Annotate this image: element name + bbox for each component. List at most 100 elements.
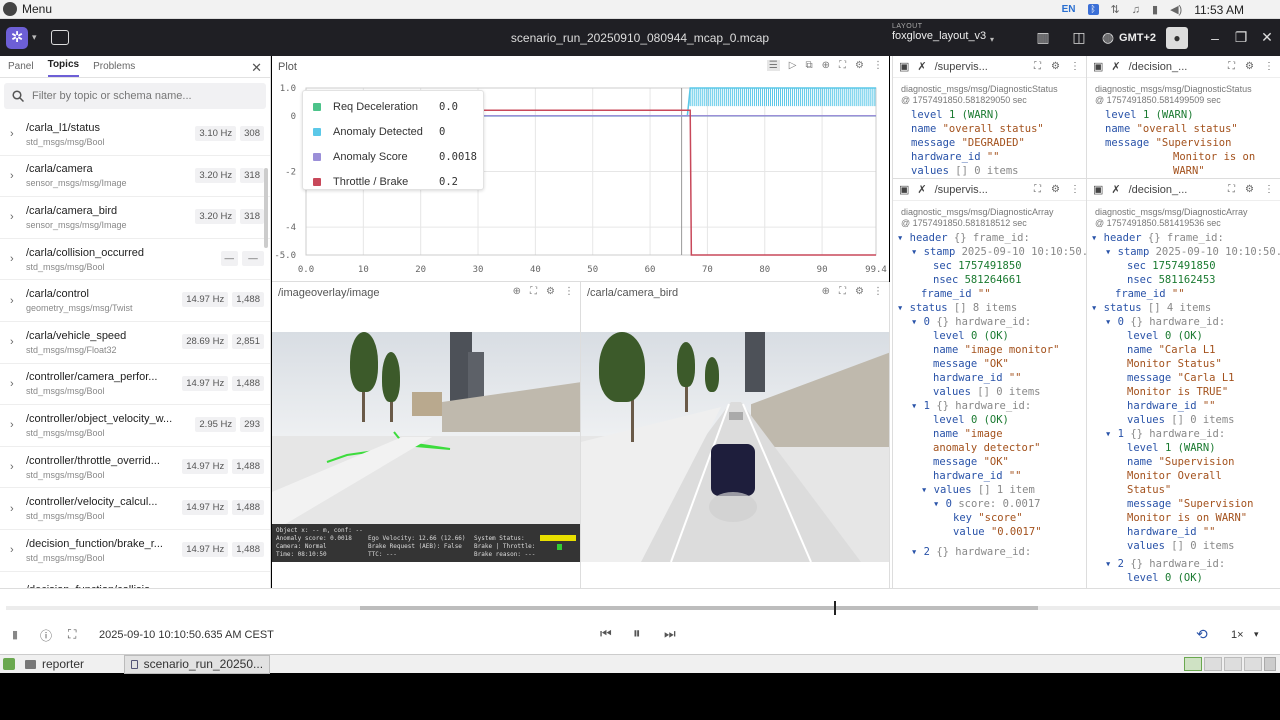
topic-path[interactable]: /decision_... [1129, 184, 1188, 196]
network-icon[interactable]: ⇅ [1111, 3, 1120, 16]
keyboard-layout-indicator[interactable]: EN [1062, 4, 1076, 15]
battery-icon[interactable]: ▮ [1152, 3, 1158, 16]
close-sidebar-icon[interactable]: ✕ [251, 60, 262, 76]
play-icon[interactable]: ▷ [789, 60, 797, 71]
close-window-icon[interactable]: ✕ [1254, 29, 1280, 46]
more-options-icon[interactable]: ⋮ [564, 286, 574, 297]
expand-chevron-icon[interactable]: › [10, 378, 26, 390]
expand-chevron-icon[interactable]: › [10, 336, 26, 348]
minimize-window-icon[interactable]: – [1202, 30, 1228, 46]
playhead[interactable] [834, 601, 837, 615]
more-options-icon[interactable]: ⋮ [873, 60, 883, 71]
notification-icon[interactable]: ♫ [1132, 4, 1140, 16]
crosshair-icon[interactable]: ⊕ [513, 286, 521, 297]
topic-row[interactable]: ›/controller/camera_perfor... std_msgs/ms… [0, 364, 270, 406]
expand-chevron-icon[interactable]: › [10, 128, 26, 140]
tab-panel[interactable]: Panel [8, 61, 34, 77]
tab-topics[interactable]: Topics [47, 59, 80, 77]
loop-icon[interactable]: ⟲ [1196, 626, 1208, 643]
speed-chevron-icon[interactable]: ▾ [1254, 629, 1259, 640]
fullscreen-icon[interactable]: ⛶ [1034, 61, 1041, 72]
pause-icon[interactable]: ⏸ [633, 625, 641, 642]
copy-icon[interactable]: ▣ [899, 60, 909, 73]
workspace-switcher[interactable] [1184, 657, 1276, 671]
user-avatar-icon[interactable]: ● [1166, 26, 1188, 49]
skip-forward-icon[interactable]: ⏭ [664, 626, 676, 642]
diff-icon[interactable]: ✗ [917, 183, 926, 196]
timeline-scrubber[interactable] [6, 601, 1280, 615]
globe-icon[interactable]: ◍ [1097, 29, 1119, 46]
fullscreen-icon[interactable]: ⛶ [1034, 184, 1041, 195]
bookmark-icon[interactable]: ▮ [12, 628, 18, 641]
legend-toggle-icon[interactable]: ☰ [766, 60, 780, 71]
topic-row[interactable]: ›/controller/velocity_calcul... std_msgs/… [0, 488, 270, 530]
copy-icon[interactable]: ▣ [899, 183, 909, 196]
more-options-icon[interactable]: ⋮ [873, 286, 883, 297]
taskbar-item-reporter[interactable]: reporter [15, 655, 90, 674]
legend-row[interactable]: Throttle / Brake 0.2 [303, 169, 483, 194]
layout-selector[interactable]: LAYOUT foxglove_layout_v3 ▾ [892, 23, 994, 44]
topic-row[interactable]: ›/controller/throttle_overrid... std_msgs… [0, 447, 270, 489]
os-logo-icon[interactable] [3, 2, 17, 16]
fullscreen-icon[interactable]: ⛶ [1228, 61, 1235, 72]
settings-gear-icon[interactable]: ⚙ [1051, 184, 1060, 195]
expand-chevron-icon[interactable]: › [10, 419, 26, 431]
topic-search-input[interactable] [32, 90, 252, 102]
diff-icon[interactable]: ✗ [1111, 60, 1120, 73]
os-menu-button[interactable]: Menu [22, 2, 52, 16]
settings-gear-icon[interactable]: ⚙ [855, 60, 864, 71]
settings-gear-icon[interactable]: ⚙ [1051, 61, 1060, 72]
loop-range-icon[interactable]: ⛶ [68, 627, 76, 642]
topic-row[interactable]: ›/carla/camera sensor_msgs/msg/Image 3.20 … [0, 156, 270, 198]
right-sidebar-toggle-icon[interactable]: ◫ [1061, 29, 1097, 46]
expand-chevron-icon[interactable]: › [10, 544, 26, 556]
topic-row[interactable]: ›/carla_l1/status std_msgs/msg/Bool 3.10 H… [0, 114, 270, 156]
volume-icon[interactable]: ◀) [1170, 3, 1182, 16]
topic-list-scrollbar[interactable] [264, 168, 268, 248]
topic-row[interactable]: ›/carla/camera_bird sensor_msgs/msg/Image… [0, 197, 270, 239]
topic-row[interactable]: ›/carla/collision_occurred std_msgs/msg/B… [0, 239, 270, 281]
bluetooth-icon[interactable]: ᛒ [1087, 4, 1099, 15]
expand-chevron-icon[interactable]: › [10, 170, 26, 182]
timezone-selector[interactable]: GMT+2 [1119, 32, 1156, 44]
os-start-icon[interactable] [3, 658, 15, 670]
topic-row[interactable]: ›/carla/vehicle_speed std_msgs/msg/Float3… [0, 322, 270, 364]
diff-icon[interactable]: ✗ [1111, 183, 1120, 196]
info-icon[interactable]: ⓘ [40, 627, 52, 644]
app-menu-chevron-icon[interactable]: ▾ [32, 32, 37, 43]
copy-icon[interactable]: ▣ [1093, 183, 1103, 196]
fullscreen-icon[interactable]: ⛶ [839, 286, 846, 297]
topic-path[interactable]: /supervis... [935, 184, 988, 196]
fullscreen-icon[interactable]: ⛶ [1228, 184, 1235, 195]
legend-row[interactable]: Anomaly Detected 0 [303, 119, 483, 144]
fullscreen-icon[interactable]: ⛶ [530, 286, 537, 297]
expand-chevron-icon[interactable]: › [10, 253, 26, 265]
more-options-icon[interactable]: ⋮ [1264, 184, 1274, 195]
expand-chevron-icon[interactable]: › [10, 461, 26, 473]
expand-chevron-icon[interactable]: › [10, 211, 26, 223]
legend-row[interactable]: Req Deceleration 0.0 [303, 94, 483, 119]
clock[interactable]: 11:53 AM [1194, 3, 1244, 17]
crosshair-icon[interactable]: ⊕ [822, 60, 830, 71]
settings-gear-icon[interactable]: ⚙ [1245, 61, 1254, 72]
more-options-icon[interactable]: ⋮ [1070, 61, 1080, 72]
left-sidebar-toggle-icon[interactable]: ▥ [1025, 29, 1061, 46]
settings-gear-icon[interactable]: ⚙ [1245, 184, 1254, 195]
playback-timestamp[interactable]: 2025-09-10 10:10:50.635 AM CEST [99, 629, 274, 641]
add-panel-icon[interactable] [50, 30, 69, 45]
settings-gear-icon[interactable]: ⚙ [855, 286, 864, 297]
taskbar-item-foxglove[interactable]: scenario_run_20250... [124, 654, 271, 674]
topic-path[interactable]: /decision_... [1129, 61, 1188, 73]
skip-back-icon[interactable]: ⏮ [600, 626, 612, 642]
foxglove-logo-icon[interactable]: ✲ [6, 26, 28, 49]
diff-icon[interactable]: ✗ [917, 60, 926, 73]
legend-row[interactable]: Anomaly Score 0.0018 [303, 144, 483, 169]
more-options-icon[interactable]: ⋮ [1264, 61, 1274, 72]
tab-problems[interactable]: Problems [93, 61, 135, 77]
topic-row[interactable]: ›/carla/control geometry_msgs/msg/Twist 14… [0, 280, 270, 322]
expand-chevron-icon[interactable]: › [10, 503, 26, 515]
settings-gear-icon[interactable]: ⚙ [546, 286, 555, 297]
crosshair-icon[interactable]: ⊕ [822, 286, 830, 297]
restore-window-icon[interactable]: ❐ [1228, 29, 1254, 46]
topic-row[interactable]: ›/controller/object_velocity_w... std_msg… [0, 405, 270, 447]
